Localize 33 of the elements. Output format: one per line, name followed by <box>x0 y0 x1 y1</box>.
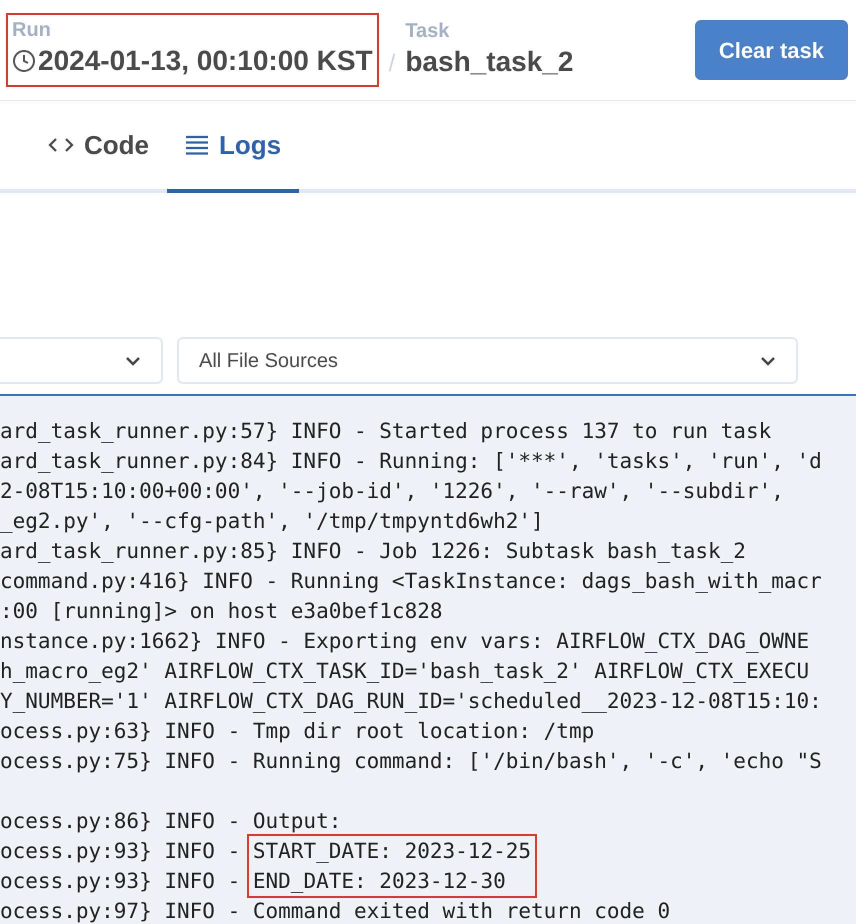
select-field[interactable] <box>0 337 163 384</box>
chevron-down-icon <box>125 356 141 366</box>
log-line: ard_task_runner.py:85} INFO - Job 1226: Subtask bash_task_2 <box>0 538 746 565</box>
task-name: bash_task_2 <box>405 45 574 79</box>
log-line: ocess.py:93} INFO - <box>0 868 242 895</box>
log-line: END_DATE: 2023-12-30 <box>252 868 506 895</box>
log-line: ocess.py:75} INFO - Running command: ['/bin/bash', '-c', 'echo "S <box>0 748 822 775</box>
chevron-down-icon <box>760 356 776 366</box>
breadcrumb-separator: / <box>388 49 396 79</box>
log-line: ocess.py:86} INFO - Output: <box>0 808 342 835</box>
log-line: Y_NUMBER='1' AIRFLOW_CTX_DAG_RUN_ID='scheduled__2023-12-08T15:10: <box>0 688 822 715</box>
tab[interactable]: Logs <box>167 101 300 193</box>
list-icon <box>185 135 209 155</box>
log-line: _eg2.py', '--cfg-path', '/tmp/tmpyntd6wh2'] <box>0 508 544 535</box>
log-line: command.py:416} INFO - Running <TaskInstance: dags_bash_with_macr <box>0 568 822 595</box>
log-line: :00 [running]> on host e3a0bef1c828 <box>0 598 443 625</box>
clear-task-button[interactable]: Clear task <box>694 20 848 80</box>
log-line: h_macro_eg2' AIRFLOW_CTX_TASK_ID='bash_task_2' AIRFLOW_CTX_EXECU <box>0 658 810 685</box>
code-icon <box>48 136 74 154</box>
select-field[interactable]: All File Sources <box>177 337 798 384</box>
clock-icon <box>12 49 36 73</box>
log-line: ocess.py:97} INFO - Command exited with return code 0 <box>0 898 670 924</box>
log-line: 2-08T15:10:00+00:00', '--job-id', '1226', '--raw', '--subdir', <box>0 478 784 505</box>
log-line: ocess.py:63} INFO - Tmp dir root location: /tmp <box>0 718 594 745</box>
log-line: ard_task_runner.py:84} INFO - Running: ['***', 'tasks', 'run', 'd <box>0 448 822 475</box>
log-line: ocess.py:93} INFO - <box>0 838 242 865</box>
run-label: Run <box>12 19 52 41</box>
task-label: Task <box>405 20 450 42</box>
run-date: 2024-01-13, 00:10:00 KST <box>38 44 373 78</box>
log-line: ard_task_runner.py:57} INFO - Started process 137 to run task <box>0 418 772 445</box>
log-line: nstance.py:1662} INFO - Exporting env vars: AIRFLOW_CTX_DAG_OWNE <box>0 628 810 655</box>
tab[interactable]: Code <box>30 101 167 193</box>
log-line: START_DATE: 2023-12-25 <box>252 838 532 865</box>
